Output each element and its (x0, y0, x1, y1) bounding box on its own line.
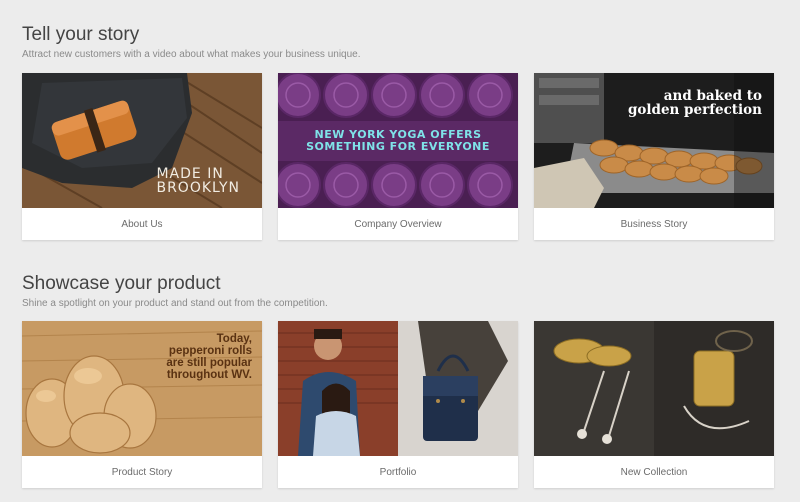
thumbnail-baked-rolls: and baked to golden perfection (534, 73, 774, 208)
section-tell-your-story: Tell your story Attract new customers wi… (22, 24, 782, 240)
thumbnail-leather-wallet: MADE IN BROOKLYN (22, 73, 262, 208)
thumbnail-portfolio-couple-bag (278, 321, 518, 456)
card-caption: Portfolio (379, 466, 417, 478)
thumbnail-jewelry-collection (534, 321, 774, 456)
card-caption: Company Overview (354, 218, 442, 230)
template-card-company-overview[interactable]: NEW YORK YOGA OFFERS SOMETHING FOR EVERY… (278, 73, 518, 240)
template-card-product-story[interactable]: Today, pepperoni rolls are still popular… (22, 321, 262, 488)
template-card-new-collection[interactable]: New Collection (534, 321, 774, 488)
template-grid: Today, pepperoni rolls are still popular… (22, 321, 774, 488)
card-caption: Product Story (111, 466, 173, 478)
template-card-business-story[interactable]: and baked to golden perfection Business … (534, 73, 774, 240)
section-showcase-your-product: Showcase your product Shine a spotlight … (22, 273, 782, 488)
template-card-portfolio[interactable]: Portfolio (278, 321, 518, 488)
thumbnail-pepperoni-rolls: Today, pepperoni rolls are still popular… (22, 321, 262, 456)
overlay-text: MADE IN BROOKLYN (156, 165, 240, 197)
template-card-about-us[interactable]: MADE IN BROOKLYN About Us (22, 73, 262, 240)
section-title: Tell your story (22, 24, 140, 45)
template-grid: MADE IN BROOKLYN About Us NEW YORK YOGA … (22, 73, 774, 240)
section-subtitle: Shine a spotlight on your product and st… (22, 298, 328, 309)
thumbnail-yoga-mats: NEW YORK YOGA OFFERS SOMETHING FOR EVERY… (278, 73, 518, 208)
card-caption: Business Story (620, 218, 688, 230)
overlay-text: Today, pepperoni rolls are still popular… (166, 333, 252, 382)
section-subtitle: Attract new customers with a video about… (22, 49, 361, 60)
section-title: Showcase your product (22, 273, 221, 294)
card-caption: New Collection (620, 466, 688, 478)
overlay-text: and baked to golden perfection (627, 88, 762, 119)
overlay-text: NEW YORK YOGA OFFERS SOMETHING FOR EVERY… (306, 128, 490, 153)
card-caption: About Us (121, 218, 163, 230)
